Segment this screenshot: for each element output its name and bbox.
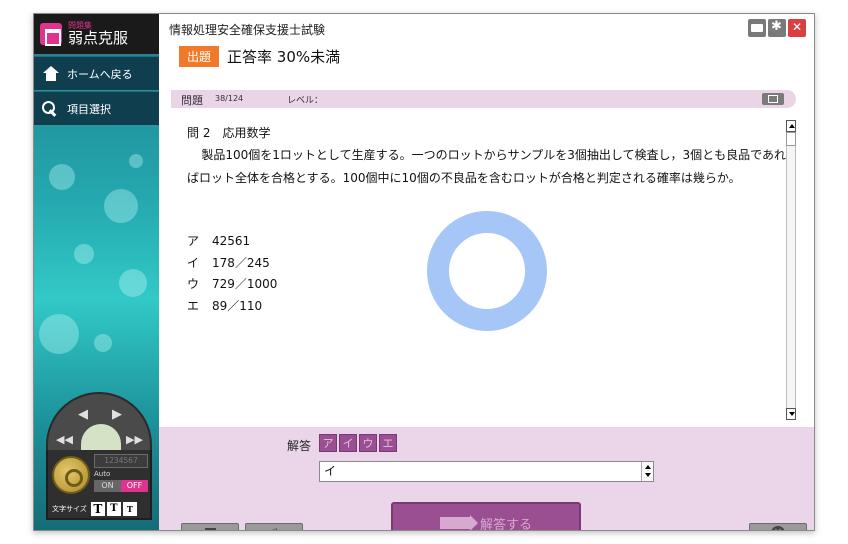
save-icon[interactable]: [181, 523, 239, 530]
sidebar-item-home[interactable]: ホームへ戻る: [34, 56, 159, 90]
speaker-icon[interactable]: [245, 523, 303, 530]
font-size-medium-button[interactable]: T: [106, 502, 121, 516]
auto-on-button[interactable]: ON: [94, 480, 121, 492]
loading-spinner: [427, 211, 547, 331]
answer-area: 解答 ア イ ウ エ イ 解答する: [159, 427, 814, 531]
spinner-arrows-icon[interactable]: [641, 462, 653, 481]
sidebar-item-label: ホームへ戻る: [67, 67, 133, 81]
choice-key: イ: [187, 255, 200, 270]
prev-icon[interactable]: ◀: [78, 408, 88, 421]
bokeh-decoration: [49, 164, 75, 190]
answer-options: ア イ ウ エ: [319, 434, 399, 452]
pad-center-button[interactable]: [81, 424, 121, 450]
cancel-icon[interactable]: [749, 523, 807, 530]
app-logo: 問題集 弱点克服: [34, 14, 159, 54]
scroll-thumb[interactable]: [786, 132, 796, 146]
question-scrollbar[interactable]: [786, 120, 796, 420]
choice-item: エ 89／110: [187, 296, 277, 318]
app-window: 問題集 弱点克服 ホームへ戻る 項目選択 ◀ ▶ ◀◀ ▶▶ 1234567 A…: [33, 13, 815, 531]
answer-select[interactable]: イ: [319, 461, 654, 482]
folder-icon[interactable]: [748, 19, 766, 37]
font-size-small-button[interactable]: T: [122, 502, 137, 516]
bokeh-decoration: [119, 269, 147, 297]
choice-list: ア 42561 イ 178／245 ウ 729／1000 エ 89／110: [187, 231, 277, 317]
scroll-down-icon[interactable]: [786, 408, 796, 420]
question-info-bar: 問題 38/124 レベル：: [171, 90, 796, 108]
question-number: 38/124: [215, 94, 244, 103]
font-size-label: 文字サイズ: [52, 505, 87, 513]
answer-value: イ: [324, 464, 337, 478]
sidebar-item-label: 項目選択: [67, 102, 111, 116]
submit-label: 解答する: [479, 517, 532, 531]
answer-option-a[interactable]: ア: [319, 434, 337, 452]
auto-toggle: ON OFF: [94, 480, 148, 492]
house-icon: [40, 23, 62, 46]
submit-answer-button[interactable]: 解答する: [391, 502, 581, 531]
answer-option-e[interactable]: エ: [379, 434, 397, 452]
question-body: 製品100個を1ロットとして生産する。一つのロットからサンプルを3個抽出して検査…: [187, 148, 787, 185]
choice-key: ウ: [187, 277, 200, 291]
bokeh-decoration: [94, 334, 112, 352]
bokeh-decoration: [39, 314, 79, 354]
choice-text: 729／1000: [212, 277, 278, 291]
question-heading: 問 2 応用数学: [187, 126, 271, 140]
logo-title: 弱点克服: [68, 29, 129, 47]
choice-item: イ 178／245: [187, 253, 277, 275]
search-icon: [42, 100, 60, 117]
mode-header: 出題 正答率 30%未満: [179, 46, 340, 67]
rewind-icon[interactable]: ◀◀: [56, 434, 73, 445]
playback-pad: ◀ ▶ ◀◀ ▶▶: [46, 392, 152, 452]
playback-panel: 1234567 Auto ON OFF 文字サイズ T T T: [46, 450, 152, 520]
level-label: レベル：: [287, 96, 324, 106]
window-title: 情報処理安全確保支援士試験: [169, 23, 326, 37]
auto-play-button[interactable]: [52, 456, 90, 494]
bokeh-decoration: [104, 189, 138, 223]
expand-icon[interactable]: [762, 93, 784, 105]
bokeh-decoration: [129, 154, 143, 168]
close-icon[interactable]: [788, 19, 806, 37]
fast-forward-icon[interactable]: ▶▶: [126, 434, 143, 445]
choice-item: ウ 729／1000: [187, 274, 277, 296]
font-size-row: 文字サイズ T T T: [52, 502, 139, 516]
choice-text: 42561: [212, 234, 251, 248]
home-icon: [42, 65, 60, 82]
next-icon[interactable]: ▶: [112, 408, 122, 421]
auto-label: Auto: [94, 470, 111, 478]
choice-text: 178／245: [212, 255, 270, 270]
answer-label: 解答: [287, 439, 312, 453]
sidebar-item-select[interactable]: 項目選択: [34, 91, 159, 125]
choice-text: 89／110: [212, 298, 263, 313]
gear-icon[interactable]: [768, 19, 786, 37]
sidebar: 問題集 弱点克服 ホームへ戻る 項目選択 ◀ ▶ ◀◀ ▶▶ 1234567 A…: [34, 14, 159, 530]
auto-off-button[interactable]: OFF: [121, 480, 148, 492]
pencil-icon: [439, 515, 478, 530]
answer-option-u[interactable]: ウ: [359, 434, 377, 452]
logo-text: 問題集 弱点克服: [68, 22, 128, 46]
choice-key: エ: [187, 298, 200, 313]
digit-display: 1234567: [94, 454, 148, 468]
bokeh-decoration: [74, 244, 94, 264]
choice-item: ア 42561: [187, 231, 277, 253]
font-size-large-button[interactable]: T: [90, 502, 105, 516]
title-bar: 情報処理安全確保支援士試験: [159, 14, 814, 42]
scroll-up-icon[interactable]: [786, 120, 796, 132]
mode-badge: 出題: [179, 46, 220, 67]
choice-key: ア: [187, 234, 200, 248]
answer-option-i[interactable]: イ: [339, 434, 357, 452]
mode-subtitle: 正答率 30%未満: [227, 48, 341, 66]
question-label: 問題: [181, 94, 203, 107]
